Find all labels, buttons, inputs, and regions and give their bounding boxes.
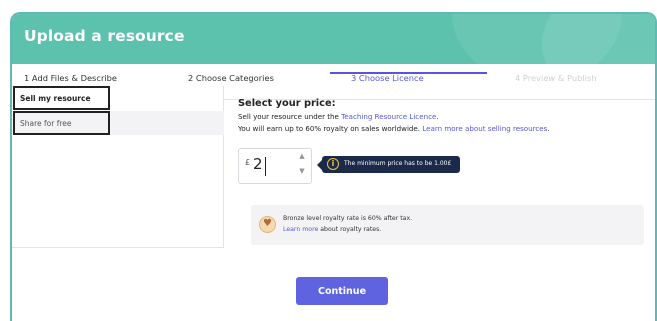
header-decoration (542, 14, 655, 64)
pricing-section: Select your price: Sell your resource un… (238, 98, 648, 133)
licence-type-panel: Sell my resource Share for free (12, 86, 224, 248)
text-caret (265, 157, 266, 176)
teaching-resource-licence-link[interactable]: Teaching Resource Licence (341, 112, 436, 121)
step-choose-licence[interactable]: 3 Choose Licence (351, 73, 424, 83)
step-preview-publish: 4 Preview & Publish (515, 73, 597, 83)
active-step-underline (330, 72, 487, 74)
currency-symbol: £ (245, 158, 251, 167)
learn-more-selling-link[interactable]: Learn more about selling resources (422, 124, 547, 133)
step-choose-categories[interactable]: 2 Choose Categories (188, 73, 274, 83)
licence-text: Sell your resource under the (238, 112, 342, 121)
bronze-medal-icon (259, 216, 276, 233)
tooltip-text: The minimum price has to be 1.00£ (344, 160, 452, 167)
tab-sell-my-resource[interactable]: Sell my resource (13, 86, 110, 110)
dialog-header: Upload a resource (12, 14, 655, 64)
min-price-tooltip: i The minimum price has to be 1.00£ (317, 156, 460, 173)
tab-share-for-free[interactable]: Share for free (13, 111, 110, 135)
royalty-line: You will earn up to 60% royalty on sales… (238, 124, 648, 133)
royalty-info-box: Bronze level royalty rate is 60% after t… (251, 205, 644, 245)
royalty-rates-text: about royalty rates. (318, 226, 382, 233)
royalty-text: You will earn up to 60% royalty on sales… (238, 124, 423, 133)
page-title: Upload a resource (24, 27, 185, 45)
royalty-text-end: . (547, 124, 550, 133)
decrement-arrow-icon[interactable]: ▼ (296, 167, 308, 180)
royalty-rate-text: Bronze level royalty rate is 60% after t… (283, 215, 413, 222)
licence-line: Sell your resource under the Teaching Re… (238, 112, 648, 121)
continue-button[interactable]: Continue (296, 277, 388, 305)
learn-more-royalty-link[interactable]: Learn more (283, 226, 318, 233)
price-value[interactable]: 2 (253, 155, 263, 173)
increment-arrow-icon[interactable]: ▲ (296, 152, 308, 165)
licence-text-end: . (436, 112, 439, 121)
pricing-title: Select your price: (238, 98, 336, 109)
royalty-learn-more-line: Learn more about royalty rates. (283, 226, 381, 233)
info-icon: i (327, 158, 339, 170)
price-input[interactable]: £ 2 ▲ ▼ (238, 148, 312, 184)
step-add-files[interactable]: 1 Add Files & Describe (24, 73, 117, 83)
